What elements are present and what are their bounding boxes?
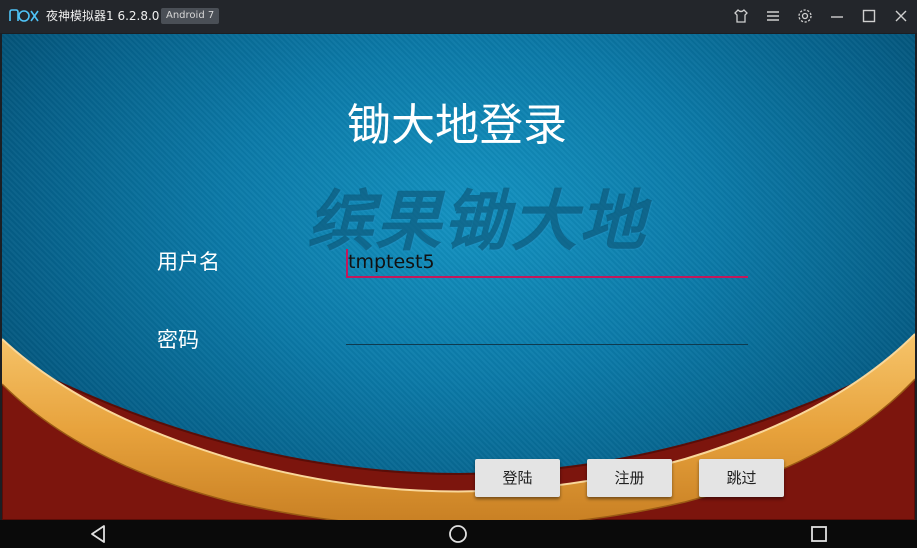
minimize-icon[interactable] <box>828 7 846 25</box>
back-icon[interactable] <box>88 523 110 545</box>
close-icon[interactable] <box>892 7 910 25</box>
window-title: 夜神模拟器1 6.2.8.0 <box>46 9 160 23</box>
text-cursor <box>346 249 348 277</box>
skip-button[interactable]: 跳过 <box>699 459 784 497</box>
password-underline <box>346 344 748 345</box>
menu-icon[interactable] <box>764 7 782 25</box>
nox-logo <box>9 9 39 22</box>
username-label: 用户名 <box>157 250 220 274</box>
maximize-icon[interactable] <box>860 7 878 25</box>
android-version-badge: Android 7 <box>161 8 220 24</box>
register-button[interactable]: 注册 <box>587 459 672 497</box>
password-label: 密码 <box>157 328 199 352</box>
emulator-screen: 锄大地登录 缤果锄大地 用户名 密码 登陆 注册 跳过 <box>2 34 915 520</box>
theme-icon[interactable] <box>732 7 750 25</box>
username-input[interactable] <box>346 246 748 278</box>
login-title: 锄大地登录 <box>347 100 567 151</box>
title-bar: 夜神模拟器1 6.2.8.0 Android 7 <box>0 0 917 33</box>
settings-icon[interactable] <box>796 7 814 25</box>
home-icon[interactable] <box>447 523 469 545</box>
username-underline <box>346 276 748 278</box>
login-button[interactable]: 登陆 <box>475 459 560 497</box>
password-input[interactable] <box>346 312 748 344</box>
recents-icon[interactable] <box>808 523 830 545</box>
android-nav-bar <box>0 520 917 548</box>
